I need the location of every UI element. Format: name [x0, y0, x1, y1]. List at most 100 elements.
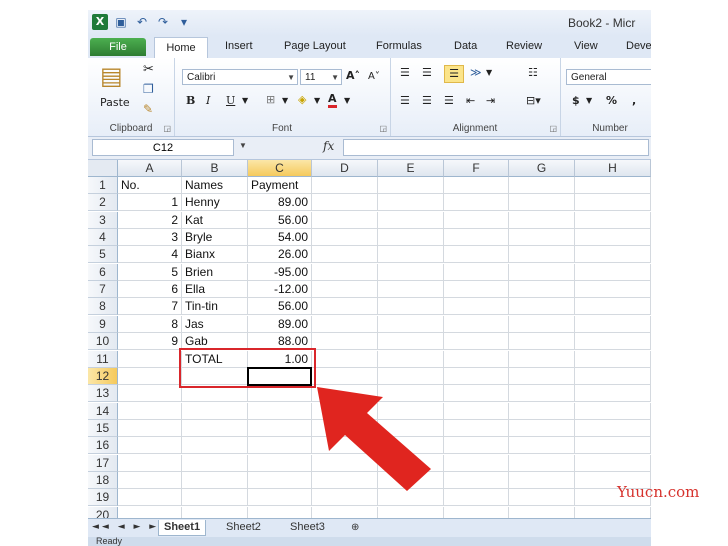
cell-d11[interactable]	[312, 350, 378, 368]
cell-d12[interactable]	[312, 367, 378, 385]
cell-d3[interactable]	[312, 211, 378, 229]
row-header[interactable]: 1	[88, 177, 118, 194]
row-header[interactable]: 11	[88, 350, 118, 368]
cell-c17[interactable]	[248, 454, 312, 472]
tab-file[interactable]: File	[90, 38, 146, 56]
cell-h7[interactable]	[575, 281, 651, 299]
cell-a7[interactable]: 6	[118, 281, 182, 299]
cell-g9[interactable]	[509, 315, 575, 333]
cell-a19[interactable]	[118, 489, 182, 507]
cell-c9[interactable]: 89.00	[248, 315, 312, 333]
cell-a10[interactable]: 9	[118, 333, 182, 351]
cell-b6[interactable]: Brien	[182, 263, 248, 281]
align-middle-icon[interactable]: ☰	[422, 66, 432, 79]
cell-h8[interactable]	[575, 298, 651, 316]
cell-b9[interactable]: Jas	[182, 315, 248, 333]
cell-c8[interactable]: 56.00	[248, 298, 312, 316]
cell-h4[interactable]	[575, 229, 651, 247]
cell-f18[interactable]	[444, 471, 509, 489]
row-header[interactable]: 17	[88, 454, 118, 472]
row-header[interactable]: 6	[88, 263, 118, 281]
cell-c15[interactable]	[248, 419, 312, 437]
cell-b17[interactable]	[182, 454, 248, 472]
row-header[interactable]: 13	[88, 385, 118, 403]
cell-g6[interactable]	[509, 263, 575, 281]
cell-h3[interactable]	[575, 211, 651, 229]
cell-g14[interactable]	[509, 402, 575, 420]
cell-d4[interactable]	[312, 229, 378, 247]
save-icon[interactable]: ▣	[113, 14, 129, 30]
cell-a11[interactable]	[118, 350, 182, 368]
cell-b1[interactable]: Names	[182, 177, 248, 194]
row-header[interactable]: 2	[88, 194, 118, 212]
cell-b14[interactable]	[182, 402, 248, 420]
cell-f2[interactable]	[444, 194, 509, 212]
cell-e1[interactable]	[378, 177, 444, 194]
cell-c1[interactable]: Payment	[248, 177, 312, 194]
cell-g12[interactable]	[509, 367, 575, 385]
cell-b15[interactable]	[182, 419, 248, 437]
cell-a4[interactable]: 3	[118, 229, 182, 247]
row-header[interactable]: 7	[88, 281, 118, 299]
cell-h2[interactable]	[575, 194, 651, 212]
cut-icon[interactable]: ✂	[143, 62, 154, 77]
cell-f17[interactable]	[444, 454, 509, 472]
cell-d5[interactable]	[312, 246, 378, 264]
cell-c18[interactable]	[248, 471, 312, 489]
cell-b8[interactable]: Tin-tin	[182, 298, 248, 316]
shrink-font-icon[interactable]: A˅	[368, 71, 380, 82]
comma-button[interactable]: ,	[632, 94, 636, 107]
chevron-down-icon[interactable]: ▼	[239, 141, 247, 150]
cell-f3[interactable]	[444, 211, 509, 229]
cell-e9[interactable]	[378, 315, 444, 333]
font-color-icon[interactable]: A	[328, 92, 337, 108]
row-header[interactable]: 9	[88, 315, 118, 333]
cell-c2[interactable]: 89.00	[248, 194, 312, 212]
cell-g5[interactable]	[509, 246, 575, 264]
insert-function-button[interactable]: fx	[323, 139, 334, 153]
cell-e11[interactable]	[378, 350, 444, 368]
cell-d9[interactable]	[312, 315, 378, 333]
percent-button[interactable]: %	[606, 94, 617, 107]
tab-view[interactable]: View	[574, 40, 598, 52]
cell-h1[interactable]	[575, 177, 651, 194]
increase-indent-icon[interactable]: ⇥	[486, 94, 495, 107]
tab-developer[interactable]: Deve	[626, 40, 651, 52]
cell-a3[interactable]: 2	[118, 211, 182, 229]
paste-button[interactable]: Paste	[100, 96, 130, 109]
column-header-d[interactable]: D	[312, 160, 378, 177]
font-name-combo[interactable]: Calibri ▼	[182, 69, 298, 85]
cell-h12[interactable]	[575, 367, 651, 385]
row-header[interactable]: 10	[88, 333, 118, 351]
cell-a6[interactable]: 5	[118, 263, 182, 281]
cell-f5[interactable]	[444, 246, 509, 264]
select-all-corner[interactable]	[88, 160, 118, 177]
cell-h16[interactable]	[575, 437, 651, 455]
cell-e4[interactable]	[378, 229, 444, 247]
sheet-tab-1[interactable]: Sheet1	[158, 520, 207, 536]
number-format-combo[interactable]: General	[566, 69, 651, 85]
cell-f9[interactable]	[444, 315, 509, 333]
cell-e6[interactable]	[378, 263, 444, 281]
cell-f1[interactable]	[444, 177, 509, 194]
cell-g1[interactable]	[509, 177, 575, 194]
grow-font-icon[interactable]: A˄	[346, 69, 360, 82]
cell-g10[interactable]	[509, 333, 575, 351]
cell-f4[interactable]	[444, 229, 509, 247]
cell-c5[interactable]: 26.00	[248, 246, 312, 264]
orientation-icon[interactable]: ≫	[470, 66, 482, 79]
wrap-text-icon[interactable]: ☷	[528, 66, 538, 79]
cell-g7[interactable]	[509, 281, 575, 299]
tab-formulas[interactable]: Formulas	[376, 40, 422, 52]
cell-h10[interactable]	[575, 333, 651, 351]
cell-a14[interactable]	[118, 402, 182, 420]
column-header-a[interactable]: A	[118, 160, 182, 177]
row-header[interactable]: 12	[88, 367, 118, 385]
cell-g18[interactable]	[509, 471, 575, 489]
cell-e12[interactable]	[378, 367, 444, 385]
cell-d6[interactable]	[312, 263, 378, 281]
cell-c4[interactable]: 54.00	[248, 229, 312, 247]
cell-b4[interactable]: Bryle	[182, 229, 248, 247]
cell-f6[interactable]	[444, 263, 509, 281]
row-header[interactable]: 8	[88, 298, 118, 316]
